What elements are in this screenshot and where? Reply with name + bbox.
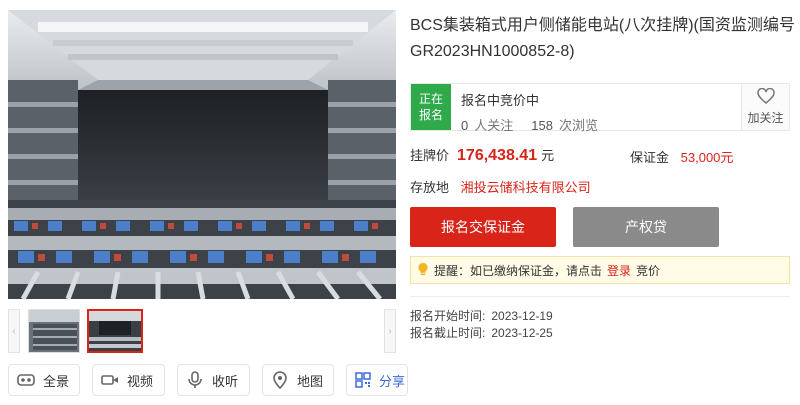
status-phase: 报名中竞价中 <box>461 93 540 108</box>
views-label: 次浏览 <box>558 118 598 133</box>
status-tag-line2: 报名 <box>418 108 443 122</box>
video-icon <box>101 371 119 389</box>
status-tag-line1: 正在 <box>418 92 443 106</box>
follow-button[interactable]: 加关注 <box>741 84 789 130</box>
video-label: 视频 <box>127 373 154 389</box>
map-label: 地图 <box>296 373 323 389</box>
followers-stat: 0 人关注 <box>461 115 513 134</box>
login-link[interactable]: 登录 <box>607 262 631 279</box>
deposit-label: 保证金 <box>630 150 670 165</box>
status-stats: 0 人关注 158 次浏览 <box>461 115 741 134</box>
thumbnail-1[interactable] <box>28 309 80 353</box>
registration-start-label: 报名开始时间: <box>410 309 486 323</box>
registration-end-label: 报名截止时间: <box>410 326 486 340</box>
price-value: 176,438.41 <box>457 147 538 164</box>
listen-label: 收听 <box>212 373 239 389</box>
thumbnail-prev-button[interactable]: ‹ <box>8 309 20 353</box>
video-button[interactable]: 视频 <box>92 364 165 396</box>
media-toolbar: 全景 视频 收听 地图 分享 <box>8 364 408 396</box>
qrcode-icon <box>355 371 371 389</box>
thumbnail-next-button[interactable]: › <box>384 309 396 353</box>
deposit-row: 保证金 53,000元 <box>630 147 733 166</box>
location-label: 存放地 <box>410 180 450 195</box>
thumbnail-strip: ‹ › <box>8 309 396 353</box>
status-panel: 正在 报名 报名中竞价中 0 人关注 158 次浏览 加关注 <box>410 83 790 133</box>
login-tip-bar: 提醒：如已缴纳保证金，请点击 登录 竞价 <box>410 256 790 284</box>
heart-icon <box>756 87 775 107</box>
vr-icon <box>17 371 35 389</box>
chevron-left-icon: ‹ <box>12 325 16 337</box>
price-label: 挂牌价 <box>410 148 450 163</box>
registration-end-row: 报名截止时间: 2023-12-25 <box>410 324 553 341</box>
views-count: 158 <box>531 118 553 133</box>
map-pin-icon <box>271 371 289 389</box>
status-tag: 正在 报名 <box>411 84 451 130</box>
chevron-right-icon: › <box>388 325 392 337</box>
listen-button[interactable]: 收听 <box>177 364 250 396</box>
share-label: 分享 <box>379 373 406 389</box>
panorama-label: 全景 <box>43 373 70 389</box>
microphone-icon <box>186 371 204 389</box>
register-deposit-button[interactable]: 报名交保证金 <box>410 207 556 247</box>
tip-suffix: 竞价 <box>636 263 661 278</box>
location-link[interactable]: 湘投云储科技有限公司 <box>461 180 591 195</box>
price-row: 挂牌价 176,438.41 元 <box>410 145 554 165</box>
price-unit: 元 <box>541 148 555 163</box>
main-product-photo[interactable] <box>8 10 396 299</box>
followers-label: 人关注 <box>474 118 514 133</box>
views-stat: 158 次浏览 <box>531 115 598 134</box>
property-loan-button[interactable]: 产权贷 <box>573 207 719 247</box>
map-button[interactable]: 地图 <box>262 364 334 396</box>
divider <box>410 296 790 297</box>
listing-title: BCS集装箱式用户侧储能电站(八次挂牌)(国资监测编号GR2023HN10008… <box>410 17 795 60</box>
deposit-value: 53,000元 <box>680 150 734 165</box>
registration-start-value: 2023-12-19 <box>491 309 553 323</box>
lightbulb-icon <box>417 262 429 279</box>
location-row: 存放地 湘投云储科技有限公司 <box>410 177 591 196</box>
share-button[interactable]: 分享 <box>346 364 408 396</box>
tip-prefix: 提醒：如已缴纳保证金，请点击 <box>434 263 603 278</box>
thumbnail-2-selected[interactable] <box>87 309 143 353</box>
follow-label: 加关注 <box>747 111 784 125</box>
status-body: 报名中竞价中 0 人关注 158 次浏览 <box>451 84 741 133</box>
panorama-button[interactable]: 全景 <box>8 364 80 396</box>
registration-start-row: 报名开始时间: 2023-12-19 <box>410 307 553 324</box>
registration-end-value: 2023-12-25 <box>491 326 553 340</box>
followers-count: 0 <box>461 118 469 133</box>
